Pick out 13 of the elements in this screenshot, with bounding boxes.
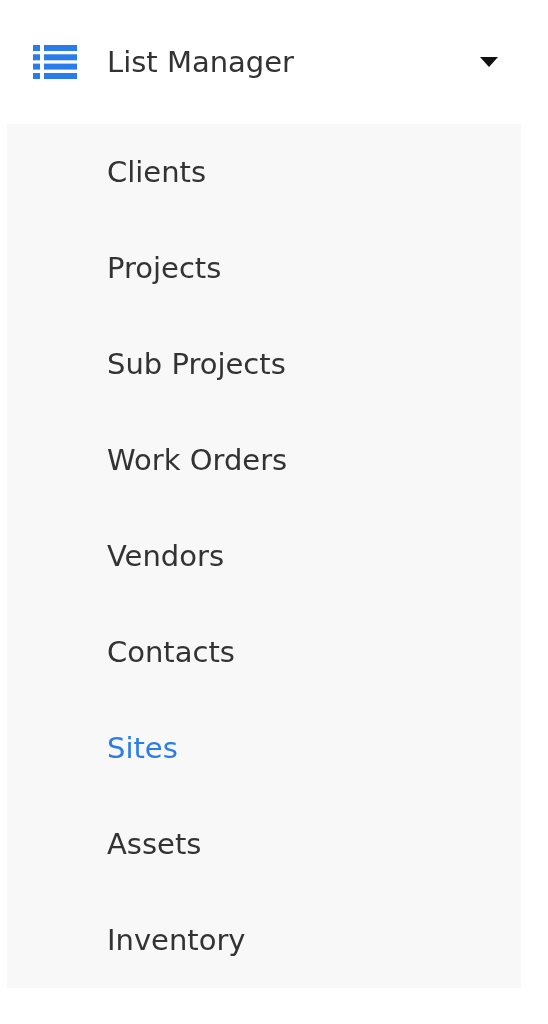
menu-item[interactable]: Contacts bbox=[107, 635, 235, 669]
caret-icon bbox=[478, 55, 500, 69]
menu-item[interactable]: Work Orders bbox=[107, 443, 288, 477]
menu-item[interactable]: Inventory bbox=[107, 923, 246, 957]
menu-item[interactable]: Clients bbox=[107, 155, 207, 189]
menu-item[interactable]: Assets bbox=[107, 827, 202, 861]
menu-item[interactable]: Sites bbox=[107, 731, 178, 765]
menu-header[interactable]: List Manager bbox=[0, 0, 548, 124]
menu-item[interactable]: Sub Projects bbox=[107, 347, 286, 381]
menu-item[interactable]: Projects bbox=[107, 251, 222, 285]
menu-item[interactable]: Vendors bbox=[107, 539, 224, 573]
list-icon bbox=[33, 45, 77, 79]
menu-title: List Manager bbox=[107, 45, 296, 79]
